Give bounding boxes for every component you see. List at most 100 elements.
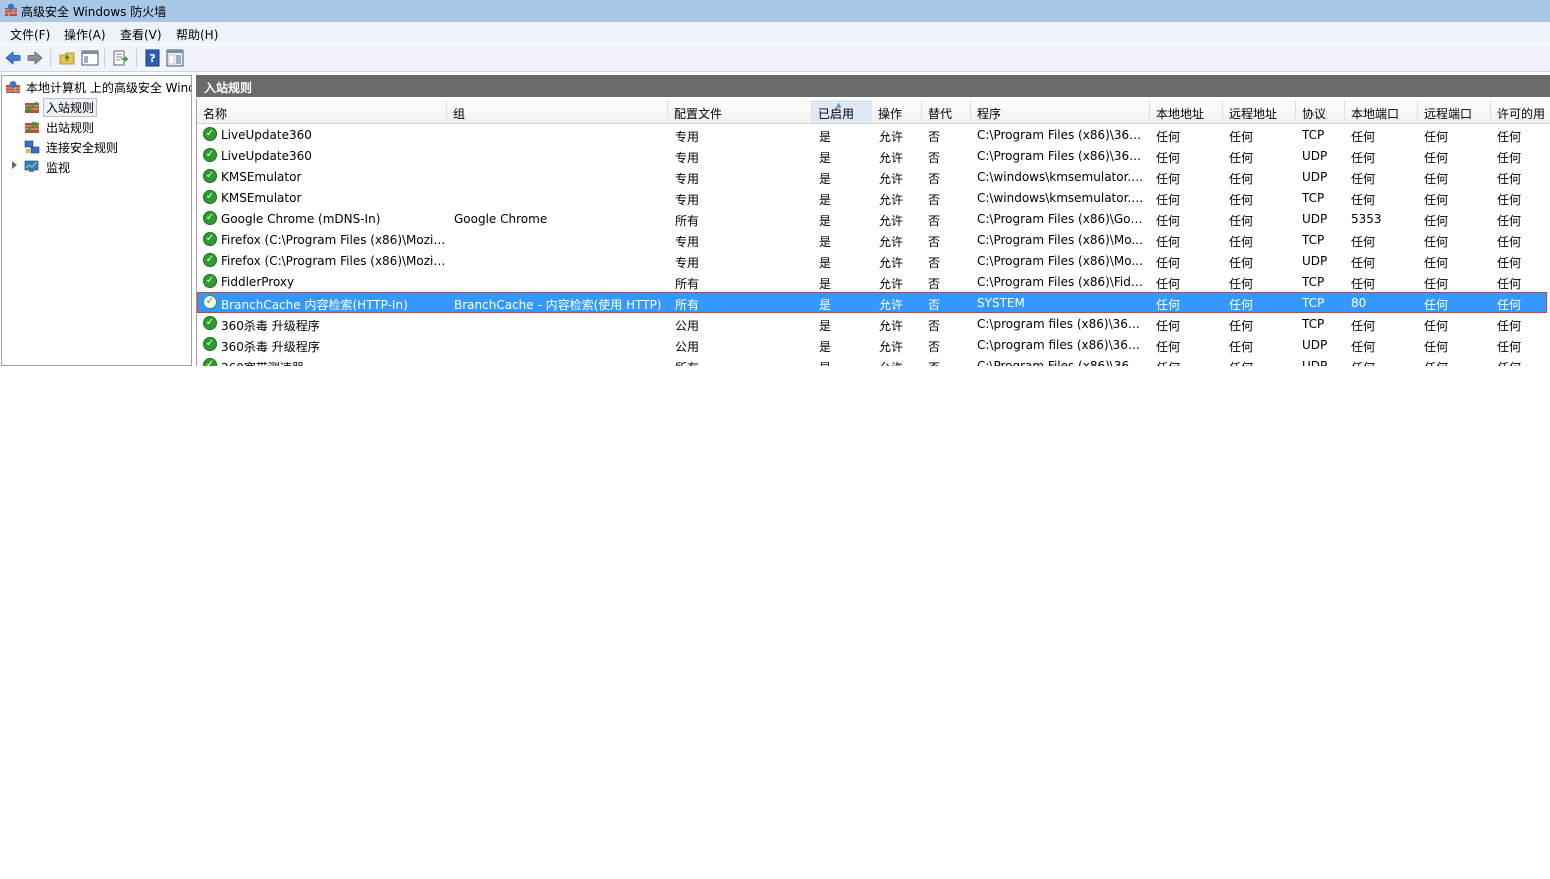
cell-remote-port: 任何 bbox=[1424, 340, 1449, 354]
cell-users: 任何 bbox=[1497, 319, 1522, 333]
tree-item-monitoring[interactable]: 监视 bbox=[2, 158, 191, 176]
cell-protocol: UDP bbox=[1302, 170, 1328, 184]
help-icon[interactable]: ? bbox=[144, 49, 162, 67]
cell-program: C:\Program Files (x86)\360... bbox=[977, 359, 1147, 366]
table-row[interactable]: ✓ Firefox (C:\Program Files (x86)\Mozill.… bbox=[197, 229, 1547, 250]
column-header-group[interactable]: 组 bbox=[447, 100, 668, 123]
column-header-local-address[interactable]: 本地地址 bbox=[1150, 100, 1223, 123]
cell-remote-addr: 任何 bbox=[1229, 298, 1254, 312]
cell-enabled: 是 bbox=[819, 359, 869, 366]
show-action-pane-icon[interactable] bbox=[166, 49, 184, 67]
table-row[interactable]: ✓ 360宽带测速器 所有 是 允许 否 C:\Program Files (x86)\36… bbox=[197, 355, 1547, 366]
menu-view[interactable]: 查看(V) bbox=[120, 26, 162, 43]
rule-enabled-check-icon: ✓ bbox=[203, 127, 217, 141]
back-arrow-icon[interactable] bbox=[4, 49, 22, 67]
cell-remote-port: 任何 bbox=[1424, 319, 1449, 333]
column-header-override[interactable]: 替代 bbox=[922, 100, 971, 123]
table-row[interactable]: ✓ Firefox (C:\Program Files (x86)\Mozill.… bbox=[197, 250, 1547, 271]
column-header-action[interactable]: 操作 bbox=[872, 100, 922, 123]
up-folder-icon[interactable] bbox=[58, 49, 76, 67]
table-row[interactable]: ✓ 360杀毒 升级程序 公用 是 允许 否 C:\program files (x86)\… bbox=[197, 334, 1547, 355]
column-header-remote-address[interactable]: 远程地址 bbox=[1223, 100, 1296, 123]
rule-enabled-check-icon: ✓ bbox=[203, 253, 217, 267]
cell-protocol: TCP bbox=[1302, 275, 1325, 289]
rule-enabled-check-icon: ✓ bbox=[203, 169, 217, 183]
cell-profile: 所有 bbox=[675, 298, 700, 312]
column-header-enabled[interactable]: ▲ 已启用 bbox=[812, 100, 872, 123]
rule-enabled-check-icon: ✓ bbox=[203, 316, 217, 330]
cell-override: 否 bbox=[928, 298, 941, 312]
table-row[interactable]: ✓ KMSEmulator 专用 是 允许 否 C:\windows\kmsemulator… bbox=[197, 166, 1547, 187]
cell-name: BranchCache 内容检索(HTTP-In) bbox=[221, 298, 408, 312]
table-row[interactable]: ✓ BranchCache 内容检索(HTTP-In) BranchCache - … bbox=[197, 292, 1547, 313]
table-row[interactable]: ✓ LiveUpdate360 专用 是 允许 否 C:\Program Files (x8… bbox=[197, 145, 1547, 166]
cell-name: LiveUpdate360 bbox=[221, 149, 312, 163]
rule-enabled-check-icon: ✓ bbox=[203, 337, 217, 351]
cell-program: C:\Program Files (x86)\360... bbox=[977, 149, 1147, 163]
export-list-icon[interactable] bbox=[112, 49, 130, 67]
tree-item-connection-security-rules[interactable]: 连接安全规则 bbox=[22, 138, 182, 156]
cell-remote-port: 任何 bbox=[1424, 235, 1449, 249]
cell-users: 任何 bbox=[1497, 214, 1522, 228]
tree-item-outbound-rules-label: 出站规则 bbox=[46, 121, 95, 135]
cell-name: KMSEmulator bbox=[221, 191, 302, 205]
cell-program: SYSTEM bbox=[977, 296, 1025, 310]
expand-arrow-icon[interactable] bbox=[12, 161, 17, 169]
cell-enabled: 是 bbox=[819, 172, 832, 186]
column-header-remote-port[interactable]: 远程端口 bbox=[1418, 100, 1491, 123]
cell-remote-port: 任何 bbox=[1424, 359, 1489, 366]
toolbar: ? bbox=[0, 45, 1550, 72]
tree-item-inbound-rules[interactable]: 入站规则 bbox=[22, 98, 182, 117]
cell-enabled: 是 bbox=[819, 193, 832, 207]
cell-local-port: 任何 bbox=[1351, 151, 1376, 165]
cell-program: C:\Program Files (x86)\Mo... bbox=[977, 254, 1143, 268]
window-title: 高级安全 Windows 防火墙 bbox=[21, 5, 167, 19]
panel-title: 入站规则 bbox=[204, 81, 253, 95]
cell-enabled: 是 bbox=[819, 298, 832, 312]
cell-protocol: TCP bbox=[1302, 296, 1325, 310]
table-row[interactable]: ✓ 360杀毒 升级程序 公用 是 允许 否 C:\program files (x86)\… bbox=[197, 313, 1547, 334]
cell-protocol: TCP bbox=[1302, 317, 1325, 331]
menu-help[interactable]: 帮助(H) bbox=[176, 26, 218, 43]
menu-action[interactable]: 操作(A) bbox=[64, 26, 106, 43]
show-hide-tree-icon[interactable] bbox=[81, 49, 99, 67]
cell-action: 允许 bbox=[879, 277, 904, 291]
cell-action: 允许 bbox=[879, 130, 904, 144]
cell-remote-port: 任何 bbox=[1424, 277, 1449, 291]
table-row[interactable]: ✓ Google Chrome (mDNS-In) Google Chrome 所有 是… bbox=[197, 208, 1547, 229]
cell-override: 否 bbox=[928, 256, 941, 270]
column-header-protocol[interactable]: 协议 bbox=[1296, 100, 1345, 123]
cell-users: 任何 bbox=[1497, 359, 1547, 366]
forward-arrow-icon[interactable] bbox=[26, 49, 44, 67]
cell-action: 允许 bbox=[879, 214, 904, 228]
table-row[interactable]: ✓ LiveUpdate360 专用 是 允许 否 C:\Program Files (x8… bbox=[197, 124, 1547, 145]
table-row[interactable]: ✓ KMSEmulator 专用 是 允许 否 C:\windows\kmsemulator… bbox=[197, 187, 1547, 208]
cell-profile: 公用 bbox=[675, 340, 700, 354]
tree-item-outbound-rules[interactable]: 出站规则 bbox=[22, 118, 182, 136]
table-row[interactable]: ✓ FiddlerProxy 所有 是 允许 否 C:\Program Files (x86… bbox=[197, 271, 1547, 292]
cell-profile: 专用 bbox=[675, 151, 700, 165]
cell-users: 任何 bbox=[1497, 277, 1522, 291]
cell-protocol: UDP bbox=[1302, 149, 1328, 163]
column-header-local-port[interactable]: 本地端口 bbox=[1345, 100, 1418, 123]
tree-item-connection-security-rules-label: 连接安全规则 bbox=[46, 141, 119, 155]
inbound-rules-icon bbox=[25, 101, 39, 113]
rules-table: 名称 组 配置文件 ▲ 已启用 操作 替代 程序 本地地址 远程地址 协议 本地… bbox=[196, 99, 1550, 366]
cell-local-port: 任何 bbox=[1351, 193, 1376, 207]
tree-root[interactable]: 本地计算机 上的高级安全 Windows 防火墙 bbox=[2, 78, 191, 96]
toolbar-separator bbox=[50, 49, 51, 67]
column-header-profile[interactable]: 配置文件 bbox=[668, 100, 812, 123]
cell-local-addr: 任何 bbox=[1156, 319, 1181, 333]
cell-users: 任何 bbox=[1497, 340, 1522, 354]
column-header-program[interactable]: 程序 bbox=[971, 100, 1150, 123]
menu-file[interactable]: 文件(F) bbox=[10, 26, 50, 43]
cell-remote-addr: 任何 bbox=[1229, 319, 1254, 333]
cell-enabled: 是 bbox=[819, 277, 832, 291]
column-header-allowed-users[interactable]: 许可的用 bbox=[1491, 100, 1550, 123]
cell-protocol: TCP bbox=[1302, 191, 1325, 205]
cell-action: 允许 bbox=[879, 340, 904, 354]
cell-local-port: 任何 bbox=[1351, 277, 1376, 291]
cell-action: 允许 bbox=[879, 298, 904, 312]
cell-local-addr: 任何 bbox=[1156, 359, 1221, 366]
column-header-name[interactable]: 名称 bbox=[197, 100, 447, 123]
